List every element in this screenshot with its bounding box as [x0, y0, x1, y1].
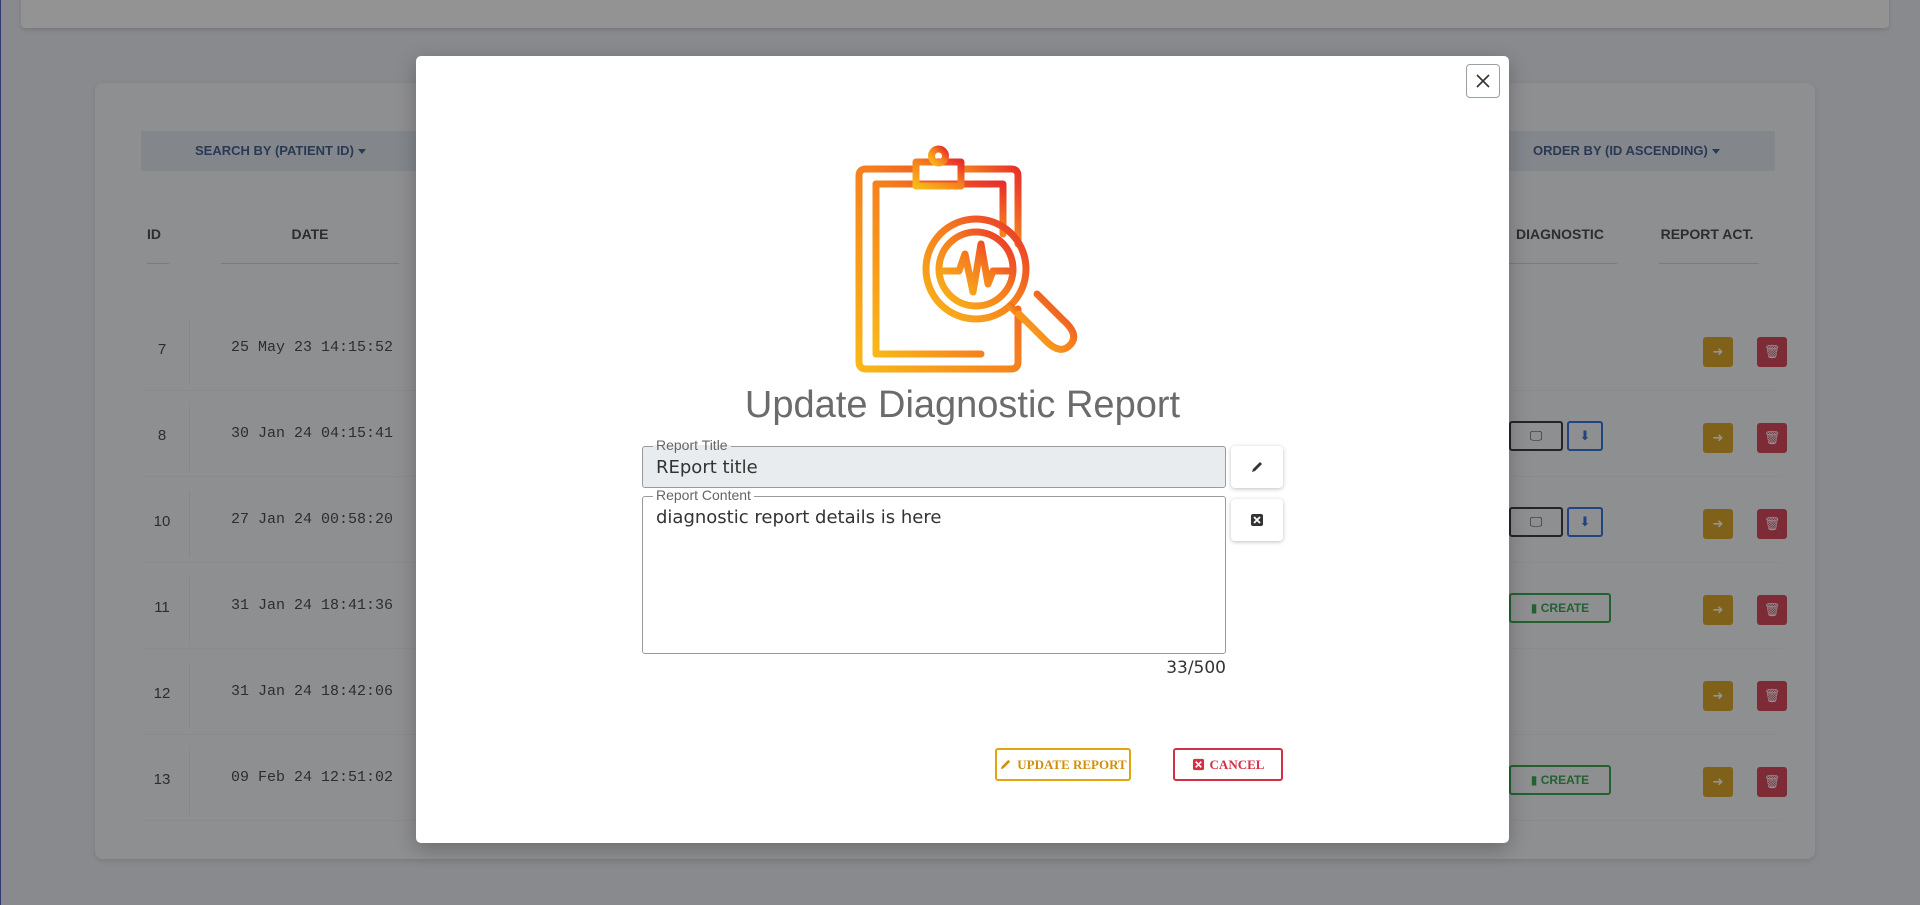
- cancel-button[interactable]: CANCEL: [1173, 748, 1283, 781]
- report-title-label: Report Title: [653, 438, 731, 452]
- report-title-field[interactable]: Report Title REport title: [642, 438, 1226, 488]
- cancel-label: CANCEL: [1209, 756, 1265, 772]
- close-icon: [1476, 74, 1490, 88]
- report-content-field[interactable]: Report Content diagnostic report details…: [642, 488, 1226, 654]
- modal-title: Update Diagnostic Report: [744, 384, 1181, 426]
- edit-title-button[interactable]: [1231, 446, 1283, 488]
- clear-content-button[interactable]: [1231, 499, 1283, 541]
- pencil-icon: [1001, 759, 1011, 770]
- report-content-label: Report Content: [653, 488, 754, 502]
- update-report-button[interactable]: UPDATE REPORT: [995, 748, 1131, 781]
- report-content-textarea[interactable]: diagnostic report details is here: [656, 507, 1211, 528]
- clear-square-icon: [1251, 514, 1263, 526]
- report-title-input[interactable]: REport title: [656, 457, 1211, 478]
- character-counter: 33/500: [1166, 658, 1226, 678]
- cancel-square-icon: [1192, 758, 1204, 771]
- update-report-modal: Update Diagnostic Report Report Title RE…: [416, 56, 1509, 843]
- update-report-label: UPDATE REPORT: [1017, 756, 1127, 772]
- pencil-icon: [1252, 462, 1262, 472]
- close-modal-button[interactable]: [1466, 64, 1500, 98]
- clipboard-report-icon: [855, 145, 1078, 373]
